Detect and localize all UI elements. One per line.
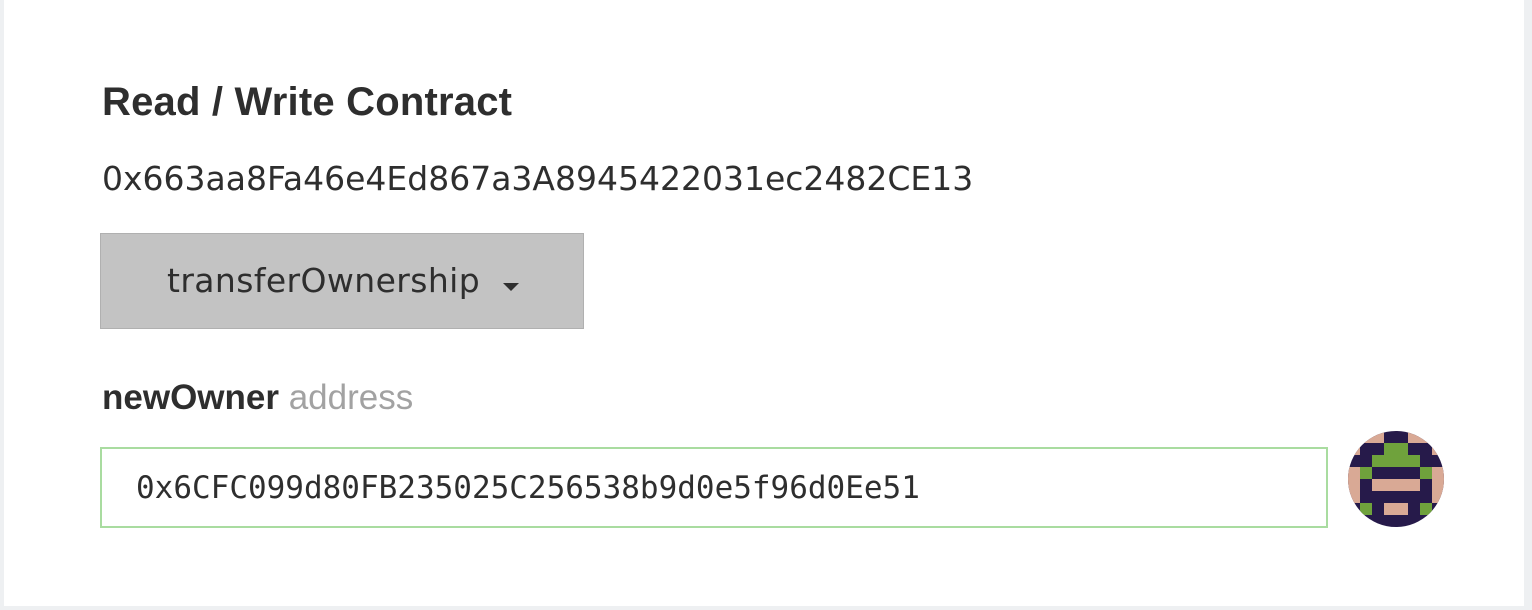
param-label: newOwner address xyxy=(102,376,413,420)
function-select-label: transferOwnership xyxy=(167,261,481,300)
identicon-icon xyxy=(1348,431,1444,527)
new-owner-input[interactable] xyxy=(100,447,1328,528)
param-name: newOwner xyxy=(102,378,279,417)
contract-panel: Read / Write Contract 0x663aa8Fa46e4Ed86… xyxy=(4,0,1524,606)
function-select[interactable]: transferOwnership xyxy=(100,233,584,329)
page-title: Read / Write Contract xyxy=(102,80,513,124)
caret-down-icon xyxy=(503,283,519,291)
param-type: address xyxy=(288,378,414,417)
contract-address: 0x663aa8Fa46e4Ed867a3A8945422031ec2482CE… xyxy=(102,159,974,198)
identicon-avatar xyxy=(1348,431,1444,527)
